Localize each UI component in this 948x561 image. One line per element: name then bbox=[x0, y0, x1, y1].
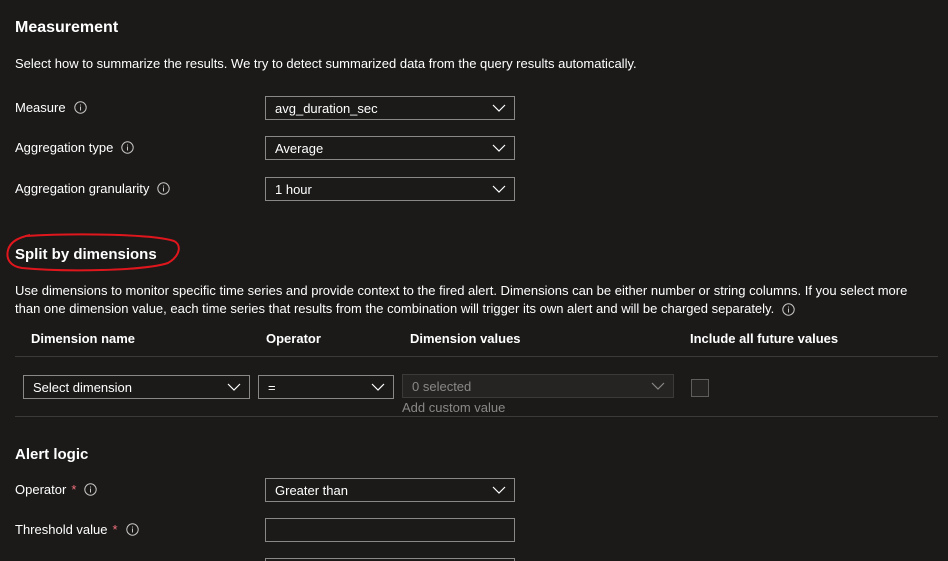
column-dimension-name: Dimension name bbox=[31, 331, 136, 346]
select-dimension-placeholder: Select dimension bbox=[33, 379, 132, 395]
dimension-values-dropdown: 0 selected bbox=[402, 374, 674, 398]
required-mark: * bbox=[112, 522, 118, 537]
measure-dropdown[interactable]: avg_duration_sec bbox=[265, 96, 515, 120]
column-include-future-values: Include all future values bbox=[690, 331, 839, 346]
table-header-divider bbox=[15, 356, 938, 357]
info-icon[interactable] bbox=[782, 302, 795, 316]
include-future-values-checkbox[interactable] bbox=[691, 379, 709, 397]
required-mark: * bbox=[71, 482, 77, 497]
aggregation-granularity-value: 1 hour bbox=[275, 181, 312, 197]
measurement-title: Measurement bbox=[15, 19, 119, 36]
dimension-operator-dropdown[interactable]: = bbox=[258, 375, 394, 399]
aggregation-type-value: Average bbox=[275, 140, 324, 156]
alert-operator-label: Operator * bbox=[15, 482, 98, 497]
info-icon[interactable] bbox=[157, 182, 171, 195]
aggregation-granularity-label-text: Aggregation granularity bbox=[15, 181, 150, 196]
split-description-line2-wrap: than one dimension value, each time seri… bbox=[15, 300, 795, 318]
measure-value: avg_duration_sec bbox=[275, 100, 378, 116]
measurement-description: Select how to summarize the results. We … bbox=[15, 56, 637, 71]
split-description-line1: Use dimensions to monitor specific time … bbox=[15, 283, 908, 298]
chevron-down-icon bbox=[371, 383, 385, 391]
chevron-down-icon bbox=[492, 486, 506, 494]
aggregation-granularity-dropdown[interactable]: 1 hour bbox=[265, 177, 515, 201]
measure-label-text: Measure bbox=[15, 100, 66, 115]
split-description-line2: than one dimension value, each time seri… bbox=[15, 301, 775, 316]
column-operator: Operator bbox=[266, 331, 321, 346]
chevron-down-icon bbox=[651, 382, 665, 390]
aggregation-type-label-text: Aggregation type bbox=[15, 140, 114, 155]
add-custom-value-link: Add custom value bbox=[402, 400, 506, 415]
dimension-values-placeholder: 0 selected bbox=[412, 378, 472, 394]
threshold-label-text: Threshold value bbox=[15, 522, 108, 537]
aggregation-type-dropdown[interactable]: Average bbox=[265, 136, 515, 160]
info-icon[interactable] bbox=[84, 483, 98, 496]
alert-operator-value: Greater than bbox=[275, 482, 348, 498]
alert-operator-label-text: Operator bbox=[15, 482, 67, 497]
table-row-divider bbox=[15, 416, 938, 417]
chevron-down-icon bbox=[492, 144, 506, 152]
chevron-down-icon bbox=[227, 383, 241, 391]
threshold-label: Threshold value * bbox=[15, 522, 139, 537]
select-dimension-dropdown[interactable]: Select dimension bbox=[23, 375, 250, 399]
dimension-operator-value: = bbox=[268, 379, 276, 395]
aggregation-type-label: Aggregation type bbox=[15, 140, 134, 155]
info-icon[interactable] bbox=[121, 141, 134, 154]
chevron-down-icon bbox=[492, 104, 506, 112]
threshold-input[interactable] bbox=[265, 518, 515, 542]
alert-rule-page: Measurement Select how to summarize the … bbox=[0, 0, 948, 561]
measure-label: Measure bbox=[15, 100, 87, 115]
alert-logic-title: Alert logic bbox=[15, 446, 89, 463]
column-dimension-values: Dimension values bbox=[410, 331, 521, 346]
info-icon[interactable] bbox=[73, 101, 87, 114]
info-icon[interactable] bbox=[125, 523, 139, 536]
split-dimensions-title: Split by dimensions bbox=[15, 246, 157, 263]
chevron-down-icon bbox=[492, 185, 506, 193]
alert-operator-dropdown[interactable]: Greater than bbox=[265, 478, 515, 502]
aggregation-granularity-label: Aggregation granularity bbox=[15, 181, 171, 196]
